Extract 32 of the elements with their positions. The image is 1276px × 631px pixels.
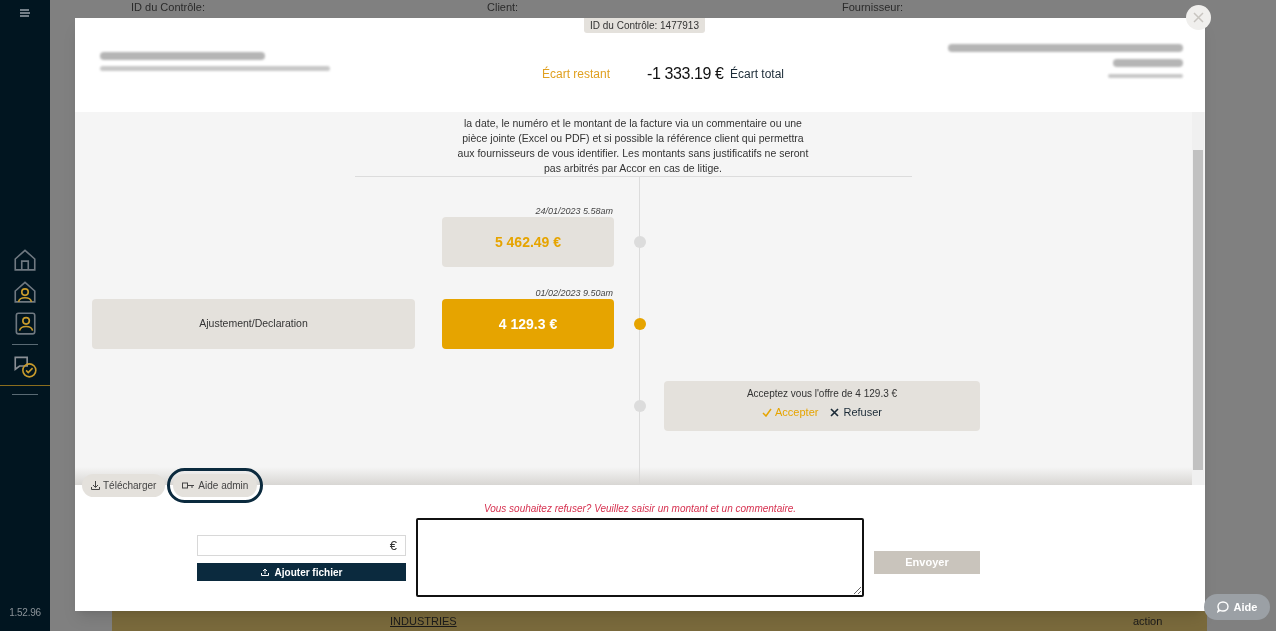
- key-icon: [182, 482, 196, 489]
- euro-suffix: €: [389, 536, 397, 555]
- filter-label: Fournisseur:: [842, 0, 904, 15]
- menu-icon[interactable]: [19, 8, 31, 18]
- scrollbar[interactable]: [1192, 112, 1204, 485]
- total-amount: -1 333.19 €: [647, 64, 724, 84]
- close-button[interactable]: [1186, 5, 1211, 30]
- refuse-prompt: Vous souhaitez refuser? Veuillez saisir un montant et un commentaire.: [482, 502, 798, 516]
- timeline-date: 24/01/2023 5.58am: [535, 205, 613, 218]
- close-icon: [830, 407, 840, 417]
- close-icon: [1193, 12, 1204, 23]
- table-cell-text: action: [1133, 614, 1163, 629]
- check-icon: [762, 407, 772, 417]
- total-label: Écart total: [730, 65, 785, 83]
- notice-text: la date, le numéro et le montant de la facture via un commentaire ou une pièce jointe (Excel ou PDF) et si possible la référence client qui permettra aux fournisseurs de vous identifier. Les montants sans justificatifs ne seront pas arbitrés par Accor en cas de litige.: [456, 116, 810, 176]
- version-label: 1.52.96: [9, 606, 41, 620]
- amount-field[interactable]: €: [197, 535, 406, 556]
- filter-label: Client:: [487, 0, 519, 15]
- refuse-button[interactable]: Refuser: [830, 404, 882, 421]
- table-cell-text: INDUSTRIES: [390, 614, 457, 629]
- download-icon: [91, 481, 100, 490]
- upload-icon: [260, 568, 269, 576]
- comment-field[interactable]: [416, 518, 864, 597]
- adjustment-card: Ajustement/Declaration: [92, 299, 415, 349]
- id-badge: ID du Contrôle: 1477913: [584, 18, 705, 33]
- timeline-date: 01/02/2023 9.50am: [535, 287, 613, 300]
- upload-button[interactable]: Ajouter fichier: [197, 563, 406, 581]
- remaining-label: Écart restant: [542, 65, 611, 83]
- offer-question: Acceptez vous l'offre de 4 129.3 €: [746, 387, 898, 401]
- chat-icon: [1216, 601, 1229, 613]
- tab-button[interactable]: Télécharger: [82, 474, 166, 497]
- filter-label: ID du Contrôle:: [131, 0, 205, 15]
